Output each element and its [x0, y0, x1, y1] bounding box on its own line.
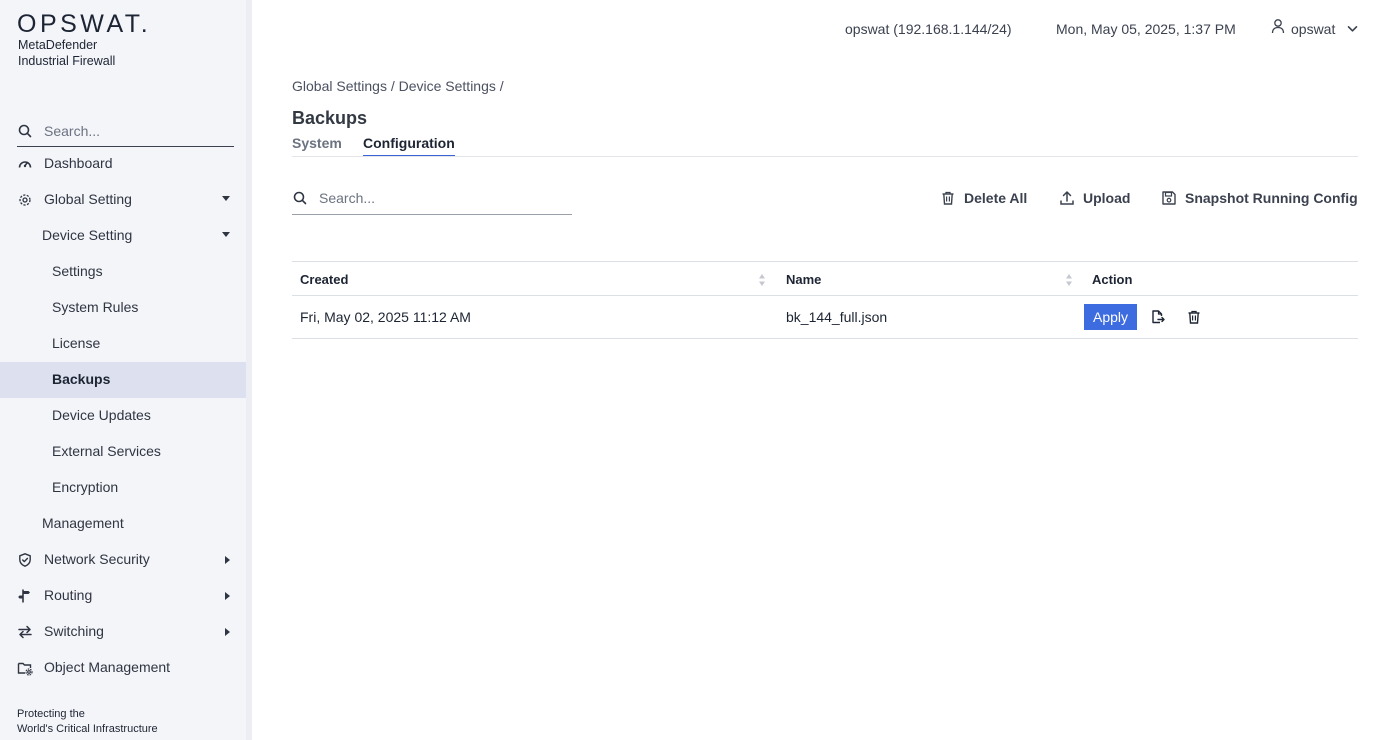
snapshot-running-config-button[interactable]: Snapshot Running Config — [1161, 187, 1358, 209]
sidebar-divider — [246, 0, 252, 740]
sidebar-item-label: Device Updates — [52, 407, 151, 423]
caret-right-icon — [225, 628, 230, 636]
product-name-line1: MetaDefender — [18, 38, 98, 52]
sidebar-search-input[interactable] — [44, 120, 229, 142]
sidebar-item-system-rules[interactable]: System Rules — [0, 290, 246, 326]
apply-button[interactable]: Apply — [1084, 304, 1137, 330]
sidebar-item-management[interactable]: Management — [0, 506, 246, 542]
search-icon — [18, 124, 32, 138]
caret-right-icon — [225, 592, 230, 600]
backup-search-input[interactable] — [319, 187, 564, 209]
sidebar-item-settings[interactable]: Settings — [0, 254, 246, 290]
save-icon — [1162, 191, 1176, 205]
snapshot-label: Snapshot Running Config — [1185, 190, 1358, 206]
sidebar-item-network-security[interactable]: Network Security — [0, 542, 246, 578]
sidebar-item-label: Network Security — [44, 551, 150, 567]
user-icon[interactable] — [1270, 18, 1286, 34]
gear-icon — [19, 194, 31, 206]
user-menu[interactable]: opswat — [1291, 21, 1335, 37]
sidebar-item-device-updates[interactable]: Device Updates — [0, 398, 246, 434]
sidebar-footer-line1: Protecting the — [17, 708, 85, 720]
tabs-divider — [292, 156, 1358, 157]
table-row: Fri, May 02, 2025 11:12 AM bk_144_full.j… — [292, 296, 1358, 339]
upload-label: Upload — [1083, 190, 1131, 206]
sort-icon[interactable] — [1065, 272, 1073, 288]
sidebar: OPSWAT. MetaDefender Industrial Firewall… — [0, 0, 246, 740]
sidebar-item-label: Switching — [44, 623, 104, 639]
sidebar-item-label: Backups — [52, 371, 111, 387]
sidebar-item-label: Encryption — [52, 479, 119, 495]
sidebar-item-device-setting[interactable]: Device Setting — [0, 218, 246, 254]
column-header-created[interactable]: Created — [300, 272, 348, 287]
page-title: Backups — [292, 108, 368, 128]
column-header-action: Action — [1092, 272, 1133, 287]
sidebar-item-label: Routing — [44, 587, 93, 603]
sidebar-item-label: Dashboard — [44, 155, 113, 171]
sidebar-item-label: Settings — [52, 263, 103, 279]
sidebar-search — [17, 118, 234, 147]
trash-icon — [942, 191, 954, 205]
sidebar-item-object-management[interactable]: Object Management — [0, 650, 246, 686]
sidebar-item-external-services[interactable]: External Services — [0, 434, 246, 470]
sidebar-footer-line2: World's Critical Infrastructure — [17, 723, 158, 735]
delete-all-label: Delete All — [964, 190, 1028, 206]
sidebar-item-switching[interactable]: Switching — [0, 614, 246, 650]
sidebar-item-label: Management — [42, 515, 124, 531]
sidebar-item-dashboard[interactable]: Dashboard — [0, 146, 246, 182]
sidebar-item-routing[interactable]: Routing — [0, 578, 246, 614]
product-name-line2: Industrial Firewall — [18, 54, 116, 68]
sidebar-item-label: Global Setting — [44, 191, 132, 207]
sidebar-item-encryption[interactable]: Encryption — [0, 470, 246, 506]
tab-configuration[interactable]: Configuration — [363, 135, 455, 157]
caret-down-icon — [222, 196, 230, 201]
sidebar-item-label: Device Setting — [42, 227, 133, 243]
cell-created: Fri, May 02, 2025 11:12 AM — [300, 309, 471, 325]
backup-search — [292, 184, 572, 215]
breadcrumb[interactable]: Global Settings / Device Settings / — [292, 78, 504, 94]
delete-all-button[interactable]: Delete All — [940, 187, 1027, 209]
dashboard-icon — [18, 161, 32, 168]
sidebar-item-label: Object Management — [44, 659, 171, 675]
caret-down-icon — [222, 232, 230, 237]
sidebar-item-label: System Rules — [52, 299, 139, 315]
folder-gear-icon — [17, 662, 33, 676]
sidebar-item-global-setting[interactable]: Global Setting — [0, 182, 246, 218]
upload-button[interactable]: Upload — [1059, 187, 1130, 209]
sidebar-item-label: External Services — [52, 443, 161, 459]
chevron-down-icon[interactable] — [1347, 25, 1358, 33]
sort-icon[interactable] — [758, 272, 766, 288]
trash-icon[interactable] — [1186, 309, 1202, 325]
export-file-icon[interactable] — [1150, 309, 1166, 325]
upload-icon — [1060, 191, 1074, 205]
tab-system[interactable]: System — [292, 135, 342, 157]
host-info: opswat (192.168.1.144/24) — [845, 21, 1012, 37]
column-header-name[interactable]: Name — [786, 272, 821, 287]
signpost-icon — [18, 589, 30, 603]
datetime: Mon, May 05, 2025, 1:37 PM — [1056, 21, 1236, 37]
cell-name: bk_144_full.json — [786, 309, 888, 325]
shield-icon — [19, 553, 31, 567]
search-icon — [293, 191, 307, 205]
swap-icon — [18, 625, 32, 639]
sidebar-item-license[interactable]: License — [0, 326, 246, 362]
table-header: Created Name Action — [292, 261, 1358, 296]
caret-right-icon — [225, 556, 230, 564]
sidebar-item-label: License — [52, 335, 101, 351]
brand-logo: OPSWAT. — [17, 10, 152, 38]
sidebar-item-backups[interactable]: Backups — [0, 362, 246, 398]
